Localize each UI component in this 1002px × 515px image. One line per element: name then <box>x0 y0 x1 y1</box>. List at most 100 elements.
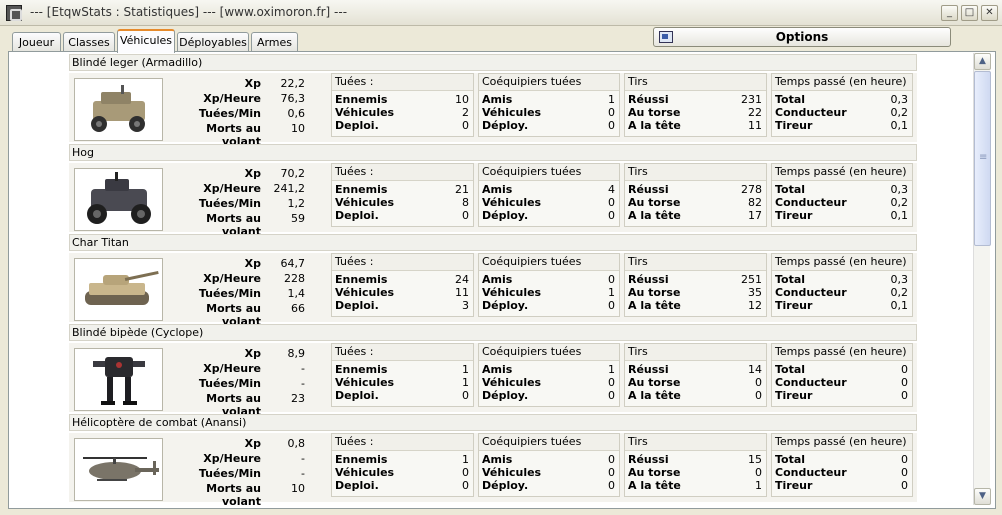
teamkills-deploy-label: Déploy. <box>482 299 529 312</box>
shots-head-label: A la tête <box>628 479 681 492</box>
kills-deploy-label: Deploi. <box>335 209 379 222</box>
shots-box: Tirs Réussi 278 Au torse 82 A la tête 17 <box>624 163 767 227</box>
time-total-label: Total <box>775 453 806 466</box>
shots-hit-value: 278 <box>741 183 762 196</box>
kills-vehicles-value: 8 <box>462 196 469 209</box>
scroll-down-button[interactable]: ▼ <box>974 488 991 505</box>
kills-enemies-label: Ennemis <box>335 93 388 106</box>
vertical-scrollbar[interactable]: ▲ ▼ <box>973 53 991 505</box>
teamkills-box: Coéquipiers tuées Amis 1 Véhicules 0 Dép… <box>478 73 620 137</box>
kills-deploy-value: 0 <box>462 209 469 222</box>
kills-vehicles-value: 0 <box>462 466 469 479</box>
teamkills-vehicles-value: 0 <box>608 466 615 479</box>
teamkills-deploy-value: 0 <box>608 119 615 132</box>
armadillo-image <box>74 78 163 141</box>
xp-hour-value: 241,2 <box>273 182 306 195</box>
time-title: Temps passé (en heure) <box>772 344 912 361</box>
shots-title: Tirs <box>625 164 766 181</box>
teamkills-vehicles-label: Véhicules <box>482 466 542 479</box>
kills-deploy-value: 0 <box>462 479 469 492</box>
time-total-value: 0 <box>901 363 908 376</box>
vehicle-body: Xp 64,7 Xp/Heure 228 Tuées/Min 1,4 Morts… <box>69 253 917 328</box>
teamkills-title: Coéquipiers tuées <box>479 434 619 451</box>
tab-vehicules[interactable]: Véhicules <box>117 29 175 53</box>
kills-enemies-value: 1 <box>462 453 469 466</box>
xp-label: Xp <box>244 167 261 180</box>
kills-enemies-value: 24 <box>455 273 469 286</box>
time-total-label: Total <box>775 93 806 106</box>
shots-head-label: A la tête <box>628 209 681 222</box>
options-button[interactable]: Options <box>653 27 951 47</box>
time-box: Temps passé (en heure) Total 0,3 Conduct… <box>771 253 913 317</box>
kills-deploy-label: Deploi. <box>335 479 379 492</box>
shots-box: Tirs Réussi 15 Au torse 0 A la tête 1 <box>624 433 767 497</box>
shots-torso-label: Au torse <box>628 376 681 389</box>
time-total-value: 0,3 <box>890 93 909 106</box>
shots-box: Tirs Réussi 231 Au torse 22 A la tête 11 <box>624 73 767 137</box>
teamkills-friends-value: 0 <box>608 453 615 466</box>
tab-classes[interactable]: Classes <box>63 32 115 53</box>
app-icon[interactable] <box>6 5 22 21</box>
shots-torso-value: 35 <box>748 286 762 299</box>
time-total-value: 0,3 <box>890 273 909 286</box>
teamkills-friends-label: Amis <box>482 273 513 286</box>
anansi-helicopter-image <box>74 438 163 501</box>
shots-hit-value: 231 <box>741 93 762 106</box>
kills-box: Tuées : Ennemis 1 Véhicules 1 Deploi. 0 <box>331 343 474 407</box>
time-box: Temps passé (en heure) Total 0 Conducteu… <box>771 343 913 407</box>
teamkills-title: Coéquipiers tuées <box>479 164 619 181</box>
kills-min-value: 1,2 <box>287 197 306 210</box>
xp-value: 8,9 <box>287 347 306 360</box>
shots-hit-value: 15 <box>748 453 762 466</box>
time-driver-label: Conducteur <box>775 106 847 119</box>
time-driver-label: Conducteur <box>775 286 847 299</box>
kills-min-value: 1,4 <box>287 287 306 300</box>
shots-box: Tirs Réussi 14 Au torse 0 A la tête 0 <box>624 343 767 407</box>
maximize-button[interactable]: □ <box>961 5 978 21</box>
vehicle-card: Hélicoptère de combat (Anansi) Xp 0,8 Xp… <box>69 414 917 506</box>
shots-torso-label: Au torse <box>628 286 681 299</box>
teamkills-vehicles-value: 0 <box>608 376 615 389</box>
xp-label: Xp <box>244 437 261 450</box>
time-box: Temps passé (en heure) Total 0,3 Conduct… <box>771 73 913 137</box>
road-kills-value: 10 <box>291 482 305 495</box>
kills-vehicles-label: Véhicules <box>335 466 395 479</box>
shots-hit-label: Réussi <box>628 183 669 196</box>
kills-enemies-value: 1 <box>462 363 469 376</box>
time-total-value: 0 <box>901 453 908 466</box>
teamkills-vehicles-label: Véhicules <box>482 106 542 119</box>
kills-title: Tuées : <box>332 74 473 91</box>
kills-deploy-value: 0 <box>462 119 469 132</box>
kills-deploy-label: Deploi. <box>335 299 379 312</box>
road-kills-label: Morts au volant <box>206 482 261 506</box>
kills-min-label: Tuées/Min <box>198 107 261 120</box>
xp-hour-label: Xp/Heure <box>203 92 261 105</box>
scroll-up-button[interactable]: ▲ <box>974 53 991 70</box>
teamkills-vehicles-label: Véhicules <box>482 196 542 209</box>
shots-head-value: 17 <box>748 209 762 222</box>
teamkills-box: Coéquipiers tuées Amis 0 Véhicules 1 Dép… <box>478 253 620 317</box>
time-gunner-value: 0,1 <box>890 299 909 312</box>
vehicle-body: Xp 8,9 Xp/Heure - Tuées/Min - Morts au v… <box>69 343 917 418</box>
teamkills-vehicles-value: 0 <box>608 106 615 119</box>
kills-enemies-value: 10 <box>455 93 469 106</box>
teamkills-friends-value: 0 <box>608 273 615 286</box>
tab-armes[interactable]: Armes <box>251 32 298 53</box>
teamkills-friends-label: Amis <box>482 93 513 106</box>
time-total-label: Total <box>775 183 806 196</box>
minimize-button[interactable]: _ <box>941 5 958 21</box>
tab-deployables[interactable]: Déployables <box>177 32 249 53</box>
shots-head-label: A la tête <box>628 389 681 402</box>
titan-tank-image <box>74 258 163 321</box>
kills-min-value: - <box>301 467 305 480</box>
scroll-thumb[interactable] <box>974 71 991 246</box>
title-bar: --- [EtqwStats : Statistiques] --- [www.… <box>0 0 1002 26</box>
shots-head-value: 11 <box>748 119 762 132</box>
teamkills-deploy-value: 0 <box>608 299 615 312</box>
tab-joueur[interactable]: Joueur <box>12 32 61 53</box>
shots-title: Tirs <box>625 254 766 271</box>
vehicle-list[interactable]: Blindé leger (Armadillo) Xp 22,2 Xp/Heur… <box>69 54 917 506</box>
close-button[interactable]: ✕ <box>981 5 998 21</box>
teamkills-box: Coéquipiers tuées Amis 4 Véhicules 0 Dép… <box>478 163 620 227</box>
kills-title: Tuées : <box>332 344 473 361</box>
